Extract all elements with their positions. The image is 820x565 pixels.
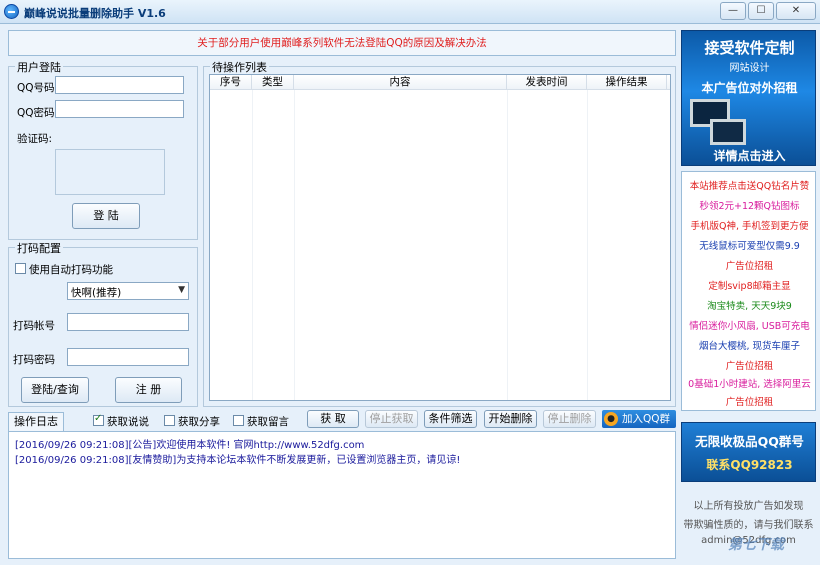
column-divider (507, 90, 508, 400)
qq-password-input[interactable] (55, 100, 184, 118)
ad-link[interactable]: 广告位招租 (682, 394, 817, 408)
task-list-table[interactable]: 序号 类型 内容 发表时间 操作结果 (209, 74, 671, 401)
login-group-title: 用户登陆 (15, 59, 63, 75)
window-title: 巅峰说说批量删除助手 V1.6 (24, 7, 166, 20)
login-query-button[interactable]: 登陆/查询 (21, 377, 89, 403)
register-button[interactable]: 注 册 (115, 377, 182, 403)
get-shuoshuo-label: 获取说说 (107, 416, 149, 428)
join-qq-group-label: 加入QQ群 (622, 413, 671, 425)
ad-link[interactable]: 广告位招租 (682, 258, 817, 272)
ad-link[interactable]: 本站推荐点击送QQ钻名片赞 (682, 178, 817, 192)
captcha-account-input[interactable] (67, 313, 189, 331)
notice-link[interactable]: 关于部分用户使用巅峰系列软件无法登陆QQ的原因及解决办法 (8, 30, 676, 56)
get-share-label: 获取分享 (178, 416, 220, 428)
qq-penguin-icon: ● (604, 412, 618, 426)
column-header-index[interactable]: 序号 (210, 75, 252, 90)
ad-banner-line: 本广告位对外招租 (701, 81, 798, 95)
title-bar: 巅峰说说批量删除助手 V1.6 — ☐ ✕ (0, 0, 820, 24)
column-header-type[interactable]: 类型 (252, 75, 294, 90)
login-button[interactable]: 登 陆 (72, 203, 140, 229)
column-divider (587, 90, 588, 400)
stop-fetch-button[interactable]: 停止获取 (365, 410, 418, 428)
ad-link[interactable]: 淘宝特卖, 天天9块9 (682, 298, 817, 312)
column-divider (294, 90, 295, 400)
operation-log-area[interactable]: [2016/09/26 09:21:08][公告]欢迎使用本软件! 官网http… (8, 431, 676, 559)
ad-banner-custom-software[interactable]: 接受软件定制 网站设计 本广告位对外招租 详情点击进入 (681, 30, 816, 166)
ad-banner-line: 网站设计 (729, 63, 770, 74)
ad-link[interactable]: 广告位招租 (682, 358, 817, 372)
ad-disclaimer: 以上所有投放广告如发现 (693, 501, 804, 512)
ad-banner-line: 无限收极品QQ群号 (695, 434, 804, 449)
captcha-image[interactable] (55, 149, 165, 195)
log-line: [2016/09/26 09:21:08][友情赞助]为支持本论坛本软件不断发展… (15, 455, 461, 466)
chevron-down-icon: ▼ (178, 285, 185, 295)
join-qq-group-button[interactable]: ● 加入QQ群 (602, 410, 676, 428)
captcha-service-select[interactable]: 快啊(推荐) ▼ (67, 282, 189, 300)
ad-link[interactable]: 秒领2元+12颗Q钻图标 (682, 198, 817, 212)
ad-banner-line: 联系QQ92823 (706, 458, 793, 472)
captcha-password-input[interactable] (67, 348, 189, 366)
auto-captcha-checkbox[interactable] (15, 263, 26, 274)
column-header-content[interactable]: 内容 (294, 75, 507, 90)
log-line: [2016/09/26 09:21:08][公告]欢迎使用本软件! 官网http… (15, 440, 365, 451)
ad-link[interactable]: 情侣迷你小风扇, USB可充电 (682, 318, 817, 332)
column-header-result[interactable]: 操作结果 (587, 75, 667, 90)
auto-captcha-label: 使用自动打码功能 (29, 264, 113, 276)
tab-operation-log[interactable]: 操作日志 (8, 412, 64, 431)
task-list-header: 序号 类型 内容 发表时间 操作结果 (210, 75, 670, 90)
monitor-icon (710, 119, 746, 145)
maximize-button[interactable]: ☐ (748, 2, 774, 20)
password-label: QQ密码: (17, 107, 59, 119)
captcha-service-value: 快啊(推荐) (71, 287, 122, 299)
ad-link-list: 本站推荐点击送QQ钻名片赞 秒领2元+12颗Q钻图标 手机版Q神, 手机签到更方… (681, 171, 816, 411)
get-share-checkbox[interactable] (164, 415, 175, 426)
ad-banner-qq-group[interactable]: 无限收极品QQ群号 联系QQ92823 (681, 422, 816, 482)
get-comments-checkbox[interactable] (233, 415, 244, 426)
app-icon (4, 4, 19, 19)
filter-button[interactable]: 条件筛选 (424, 410, 477, 428)
stop-delete-button[interactable]: 停止删除 (543, 410, 596, 428)
qq-number-input[interactable] (55, 76, 184, 94)
ad-disclaimer: 带欺骗性质的，请与我们联系 (683, 520, 814, 531)
captcha-password-label: 打码密码 (13, 354, 55, 366)
captcha-label: 验证码: (17, 133, 53, 145)
ad-link[interactable]: 手机版Q神, 手机签到更方便 (682, 218, 817, 232)
minimize-button[interactable]: — (720, 2, 746, 20)
ad-link[interactable]: 烟台大樱桃, 现货车厘子 (682, 338, 817, 352)
ad-link[interactable]: 无线鼠标可爱型仅需9.9 (682, 238, 817, 252)
get-shuoshuo-checkbox[interactable] (93, 413, 104, 426)
captcha-config-title: 打码配置 (15, 240, 63, 256)
close-button[interactable]: ✕ (776, 2, 816, 20)
start-delete-button[interactable]: 开始删除 (484, 410, 537, 428)
ad-link[interactable]: 定制svip8邮箱主显 (682, 278, 817, 292)
column-header-post-time[interactable]: 发表时间 (507, 75, 587, 90)
captcha-account-label: 打码帐号 (13, 320, 55, 332)
task-list-title: 待操作列表 (210, 59, 269, 75)
ad-banner-line: 详情点击进入 (713, 149, 786, 163)
ad-banner-line: 接受软件定制 (704, 39, 795, 57)
column-divider (252, 90, 253, 400)
ad-link[interactable]: 0基础1小时建站, 选择阿里云 (682, 376, 817, 390)
site-watermark: 第七下载 (728, 537, 784, 553)
fetch-button[interactable]: 获 取 (307, 410, 359, 428)
qq-label: QQ号码: (17, 82, 59, 94)
get-comments-label: 获取留言 (247, 416, 289, 428)
